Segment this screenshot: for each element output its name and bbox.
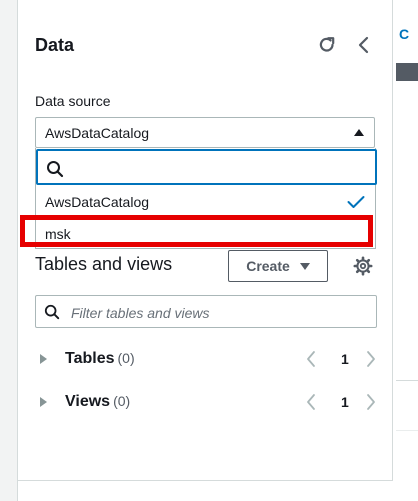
create-button-label: Create: [246, 258, 290, 274]
tables-label: Tables (0): [65, 350, 135, 368]
tables-and-views-title: Tables and views: [35, 254, 173, 274]
settings-button[interactable]: [352, 255, 374, 277]
tables-tree-row[interactable]: Tables (0) 1: [35, 347, 377, 371]
create-button[interactable]: Create: [228, 250, 328, 282]
chevron-left-icon[interactable]: [305, 392, 317, 412]
caret-up-icon: [354, 129, 364, 136]
query-tab[interactable]: C: [399, 26, 409, 42]
collapse-panel-button[interactable]: [352, 34, 376, 56]
chevron-right-icon[interactable]: [365, 392, 377, 412]
data-source-select[interactable]: AwsDataCatalog: [35, 117, 375, 148]
search-icon: [44, 304, 60, 320]
left-sidebar-strip: [0, 0, 18, 501]
views-label: Views (0): [65, 393, 130, 411]
views-tree-row[interactable]: Views (0) 1: [35, 390, 377, 414]
tables-label-text: Tables: [65, 350, 115, 367]
caret-down-icon: [299, 262, 310, 270]
views-count: (0): [113, 393, 131, 409]
tables-count: (0): [117, 350, 135, 366]
views-page-number[interactable]: 1: [341, 394, 349, 410]
data-panel: Data Data source AwsDataCatalog AwsDataC…: [18, 0, 393, 481]
divider: [396, 380, 418, 381]
chevron-right-icon[interactable]: [365, 349, 377, 369]
dropdown-filter-input[interactable]: [36, 149, 377, 185]
views-label-text: Views: [65, 393, 111, 410]
panel-title: Data: [35, 35, 75, 55]
views-pagination: 1: [305, 390, 380, 414]
filter-tables-input[interactable]: [69, 301, 373, 324]
data-source-label: Data source: [35, 93, 111, 109]
query-editor-pane: C: [393, 0, 418, 501]
search-icon: [47, 161, 64, 178]
dropdown-option-awsdatacatalog[interactable]: AwsDataCatalog: [36, 188, 375, 216]
gear-icon: [353, 256, 373, 276]
checkmark-icon: [347, 196, 365, 208]
data-source-dropdown: AwsDataCatalog msk: [35, 148, 377, 249]
caret-right-icon: [40, 397, 47, 407]
option-label: AwsDataCatalog: [45, 194, 150, 210]
chevron-left-icon: [358, 36, 369, 54]
tables-pagination: 1: [305, 347, 380, 371]
refresh-icon: [319, 37, 335, 52]
editor-toolbar: [396, 63, 418, 81]
chevron-left-icon[interactable]: [305, 349, 317, 369]
caret-right-icon: [40, 354, 47, 364]
selected-data-source: AwsDataCatalog: [45, 124, 150, 141]
dropdown-option-msk[interactable]: msk: [36, 220, 375, 248]
tables-page-number[interactable]: 1: [341, 351, 349, 367]
option-label: msk: [45, 226, 71, 242]
refresh-button[interactable]: [315, 34, 339, 56]
filter-tables-search: [35, 295, 377, 328]
divider: [396, 430, 418, 431]
